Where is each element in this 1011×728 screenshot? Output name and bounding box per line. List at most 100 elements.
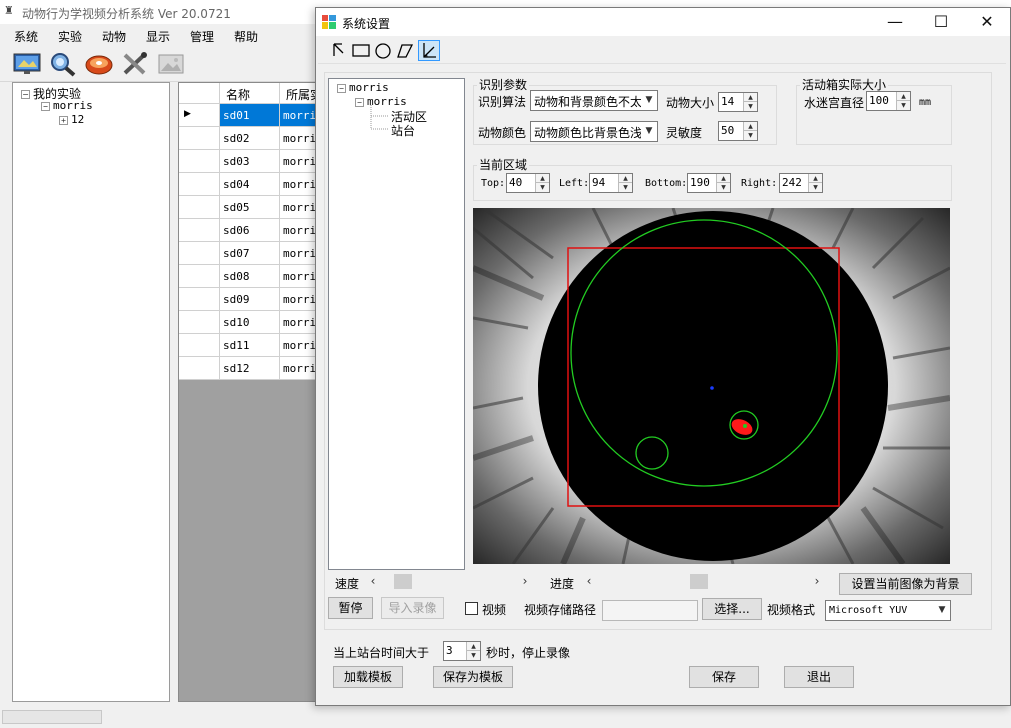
cell-name[interactable]: sd09	[220, 288, 280, 311]
search-icon[interactable]	[48, 51, 76, 77]
animal-grid[interactable]: 名称 所属实 ▶ sd01 morris sd02morris sd03morr…	[178, 82, 316, 702]
table-row[interactable]: sd06morris	[179, 219, 315, 242]
speed-slider[interactable]: ‹ ›	[366, 573, 534, 590]
video-checkbox[interactable]	[465, 602, 478, 615]
tree-node-morris-root[interactable]: − morris	[337, 81, 389, 94]
close-button[interactable]: ✕	[964, 8, 1010, 36]
row-selector[interactable]	[179, 311, 220, 334]
polygon-icon[interactable]	[394, 40, 416, 61]
format-select[interactable]: Microsoft YUV ▼	[825, 600, 951, 621]
grid-header-group[interactable]: 所属实	[280, 83, 315, 104]
cell-name[interactable]: sd03	[220, 150, 280, 173]
cell-group[interactable]: morris	[280, 334, 315, 357]
cell-group[interactable]: morris	[280, 265, 315, 288]
table-row[interactable]: ▶ sd01 morris	[179, 104, 315, 127]
speed-thumb[interactable]	[394, 574, 412, 589]
collapse-icon[interactable]: −	[21, 90, 30, 99]
table-row[interactable]: sd07morris	[179, 242, 315, 265]
tree-node-platform[interactable]: 站台	[391, 122, 415, 139]
tree-node-morris[interactable]: − morris	[41, 99, 93, 112]
table-row[interactable]: sd08morris	[179, 265, 315, 288]
cell-name[interactable]: sd06	[220, 219, 280, 242]
monitor-icon[interactable]	[12, 51, 41, 77]
decrement-icon[interactable]: ▼	[536, 183, 549, 192]
increment-icon[interactable]: ▲	[467, 642, 480, 651]
row-selector[interactable]	[179, 173, 220, 196]
zone-tree[interactable]: − morris − morris 活动区 站台	[328, 78, 465, 570]
collapse-icon[interactable]: −	[337, 83, 346, 93]
cell-group[interactable]: morris	[280, 288, 315, 311]
cell-group[interactable]: morris	[280, 127, 315, 150]
set-background-button[interactable]: 设置当前图像为背景	[839, 573, 972, 595]
cell-name[interactable]: sd07	[220, 242, 280, 265]
increment-icon[interactable]: ▲	[809, 174, 822, 183]
row-selector[interactable]	[179, 357, 220, 380]
cell-group[interactable]: morris	[280, 150, 315, 173]
cell-group[interactable]: morris	[280, 219, 315, 242]
load-template-button[interactable]: 加载模板	[333, 666, 403, 688]
row-selector[interactable]	[179, 242, 220, 265]
decrement-icon[interactable]: ▼	[619, 183, 632, 192]
cell-group[interactable]: morris	[280, 357, 315, 380]
angle-icon[interactable]	[418, 40, 440, 61]
row-selector[interactable]: ▶	[179, 104, 220, 127]
video-preview[interactable]	[473, 208, 950, 564]
save-button[interactable]: 保存	[689, 666, 759, 688]
dialog-title-bar[interactable]: 系统设置 — ☐ ✕	[316, 8, 1010, 36]
increment-icon[interactable]: ▲	[536, 174, 549, 183]
table-row[interactable]: sd11morris	[179, 334, 315, 357]
animal-size-stepper[interactable]: 14 ▲ ▼	[718, 92, 758, 112]
decrement-icon[interactable]: ▼	[897, 101, 910, 110]
decrement-icon[interactable]: ▼	[467, 651, 480, 660]
cell-group[interactable]: morris	[280, 196, 315, 219]
stop-seconds-stepper[interactable]: 3 ▲ ▼	[443, 641, 481, 661]
progress-thumb[interactable]	[690, 574, 708, 589]
row-selector[interactable]	[179, 219, 220, 242]
table-row[interactable]: sd12morris	[179, 357, 315, 380]
top-stepper[interactable]: 40 ▲ ▼	[506, 173, 550, 193]
right-stepper[interactable]: 242 ▲ ▼	[779, 173, 823, 193]
experiment-tree[interactable]: − 我的实验 − morris +12	[12, 82, 170, 702]
collapse-icon[interactable]: −	[41, 101, 50, 111]
cell-group[interactable]: morris	[280, 104, 315, 127]
left-stepper[interactable]: 94 ▲ ▼	[589, 173, 633, 193]
row-selector[interactable]	[179, 334, 220, 357]
cell-name[interactable]: sd11	[220, 334, 280, 357]
chevron-down-icon[interactable]: ▼	[641, 91, 657, 110]
cell-name[interactable]: sd05	[220, 196, 280, 219]
row-selector[interactable]	[179, 265, 220, 288]
pause-button[interactable]: 暂停	[328, 597, 373, 619]
table-row[interactable]: sd04morris	[179, 173, 315, 196]
row-selector[interactable]	[179, 288, 220, 311]
grid-header-name[interactable]: 名称	[220, 83, 280, 104]
pointer-icon[interactable]	[328, 40, 350, 61]
increment-icon[interactable]: ▲	[619, 174, 632, 183]
table-row[interactable]: sd10morris	[179, 311, 315, 334]
cell-name[interactable]: sd01	[220, 104, 280, 127]
chevron-left-icon[interactable]: ‹	[582, 573, 596, 590]
row-selector[interactable]	[179, 150, 220, 173]
disc-icon[interactable]	[84, 51, 113, 77]
decrement-icon[interactable]: ▼	[809, 183, 822, 192]
chevron-right-icon[interactable]: ›	[518, 573, 532, 590]
cell-group[interactable]: morris	[280, 173, 315, 196]
table-row[interactable]: sd09morris	[179, 288, 315, 311]
menu-display[interactable]: 显示	[146, 28, 170, 45]
collapse-icon[interactable]: −	[355, 97, 364, 107]
decrement-icon[interactable]: ▼	[717, 183, 730, 192]
cell-name[interactable]: sd04	[220, 173, 280, 196]
increment-icon[interactable]: ▲	[744, 122, 757, 131]
rectangle-icon[interactable]	[350, 40, 372, 61]
tree-node-12[interactable]: +12	[59, 113, 84, 126]
chevron-down-icon[interactable]: ▼	[934, 601, 950, 620]
increment-icon[interactable]: ▲	[744, 93, 757, 102]
minimize-button[interactable]: —	[872, 8, 918, 36]
animal-color-select[interactable]: 动物颜色比背景色浅 ▼	[530, 121, 658, 142]
tree-node-morris-child[interactable]: − morris	[355, 95, 407, 108]
chevron-left-icon[interactable]: ‹	[366, 573, 380, 590]
increment-icon[interactable]: ▲	[717, 174, 730, 183]
menu-system[interactable]: 系统	[14, 28, 38, 45]
menu-manage[interactable]: 管理	[190, 28, 214, 45]
cell-name[interactable]: sd10	[220, 311, 280, 334]
cell-group[interactable]: morris	[280, 311, 315, 334]
